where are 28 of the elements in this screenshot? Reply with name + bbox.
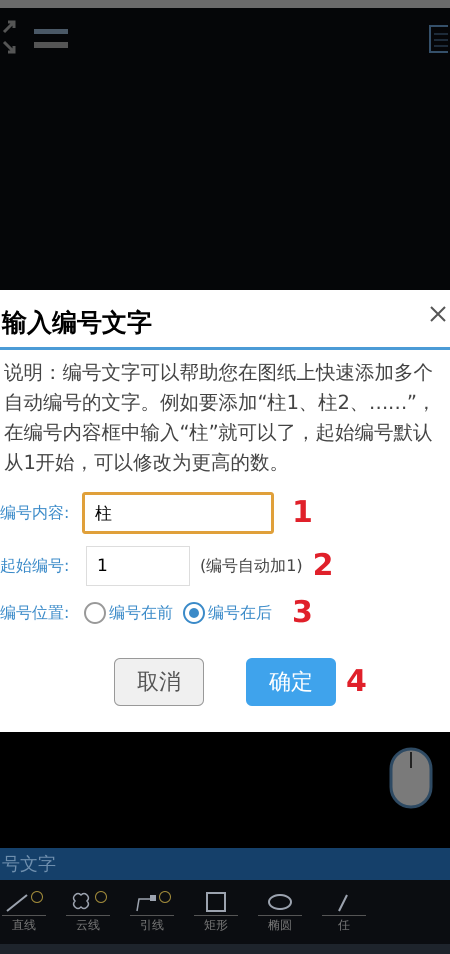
field-label: 起始编号: xyxy=(0,555,70,577)
content-input-field[interactable]: 柱 xyxy=(82,492,274,534)
tool-button[interactable]: 椭圆 xyxy=(258,890,302,934)
confirm-button[interactable]: 确定 xyxy=(246,658,336,706)
radio-button[interactable] xyxy=(84,602,106,624)
dialog-title: 输入编号文字 xyxy=(2,310,152,335)
radio-option[interactable]: 编号在前 xyxy=(84,601,173,625)
tool-button[interactable]: 直线 xyxy=(2,890,46,934)
tool-button[interactable]: 引线 xyxy=(130,890,174,934)
start-number-field[interactable]: 1 xyxy=(86,546,190,586)
field-label: 编号内容: xyxy=(0,502,70,524)
field-label: 编号位置: xyxy=(0,602,70,624)
hint-text: (编号自动加1) xyxy=(200,555,303,577)
expand-arrows-icon xyxy=(2,20,18,54)
tool-button[interactable]: 矩形 xyxy=(194,890,238,934)
radio-option[interactable]: 编号在后 xyxy=(183,601,272,625)
step-number: 3 xyxy=(292,598,313,628)
tool-button[interactable]: 云线 xyxy=(66,890,110,934)
cancel-button[interactable]: 取消 xyxy=(114,658,204,706)
step-number: 2 xyxy=(312,551,334,581)
description-text: 说明：编号文字可以帮助您在图纸上快速添加多个自动编号的文字。例如要添加“柱1、柱2、……”，在编号内容框中输入“柱”就可以了，起始编号默认从1开始，可以修改为更高的数。 xyxy=(3,360,438,476)
tool-button[interactable]: 任 xyxy=(322,890,366,934)
step-number: 4 xyxy=(346,667,367,697)
rectangle-icon xyxy=(203,890,229,912)
command-text: 号文字 xyxy=(1,852,56,876)
step-number: 1 xyxy=(292,498,313,528)
close-icon[interactable] xyxy=(428,304,448,324)
radio-button[interactable] xyxy=(183,602,205,624)
